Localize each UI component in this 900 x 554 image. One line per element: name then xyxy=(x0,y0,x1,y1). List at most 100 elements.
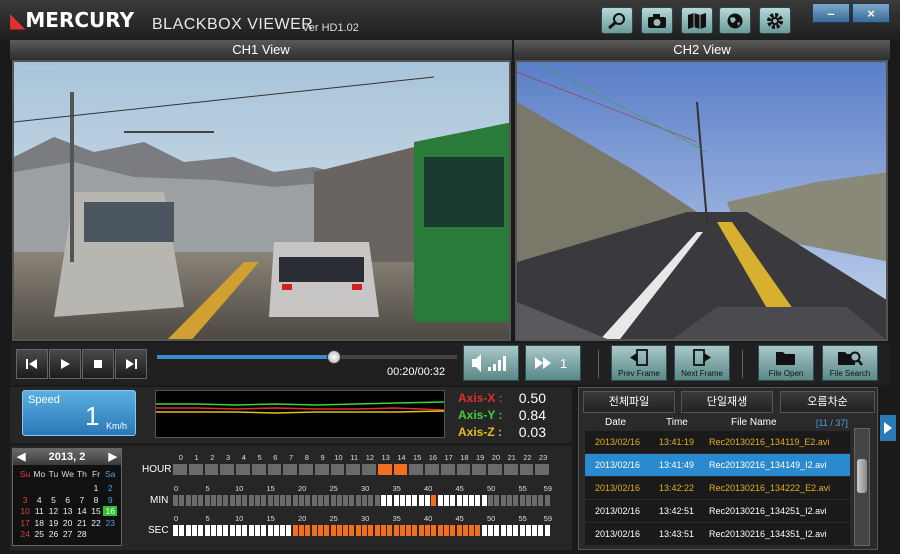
sec-cell[interactable] xyxy=(462,525,468,536)
hour-cell[interactable] xyxy=(188,464,203,475)
min-cell[interactable] xyxy=(311,495,317,506)
hour-cell[interactable] xyxy=(283,464,297,475)
calendar-day[interactable]: 8 xyxy=(89,495,103,505)
min-cell[interactable] xyxy=(374,495,380,506)
min-cell[interactable] xyxy=(488,495,494,506)
sec-cell[interactable] xyxy=(330,525,336,536)
file-row[interactable]: 2013/02/16 13:42:51 Rec20130216_134251_I2.… xyxy=(585,500,850,522)
min-cell[interactable] xyxy=(406,495,412,506)
next-month-icon[interactable]: ▶ xyxy=(109,449,117,465)
min-cell[interactable] xyxy=(280,495,286,506)
sec-cell[interactable] xyxy=(475,525,481,536)
hour-cell[interactable] xyxy=(220,464,234,475)
min-cell[interactable] xyxy=(217,495,223,506)
min-cell[interactable] xyxy=(292,495,298,506)
sec-cell[interactable] xyxy=(469,525,475,536)
min-cell[interactable] xyxy=(236,495,242,506)
calendar-day[interactable]: 25 xyxy=(32,529,46,539)
hour-cell[interactable] xyxy=(236,464,250,475)
sec-cell[interactable] xyxy=(380,525,386,536)
sec-cell[interactable] xyxy=(248,525,254,536)
sec-cell[interactable] xyxy=(443,525,449,536)
min-cell[interactable] xyxy=(380,495,386,506)
play-button[interactable] xyxy=(49,349,81,379)
sec-cell[interactable] xyxy=(236,525,242,536)
sec-cell[interactable] xyxy=(355,525,361,536)
min-cell[interactable] xyxy=(425,495,431,506)
calendar-day[interactable]: 10 xyxy=(18,506,32,516)
min-cell[interactable] xyxy=(336,495,342,506)
min-cell[interactable] xyxy=(229,495,235,506)
sec-cell[interactable] xyxy=(198,525,204,536)
min-cell[interactable] xyxy=(437,495,443,506)
sec-cell[interactable] xyxy=(261,525,267,536)
min-cell[interactable] xyxy=(173,495,179,506)
seek-handle[interactable] xyxy=(327,350,341,364)
stop-button[interactable] xyxy=(82,349,114,379)
file-row[interactable]: 2013/02/16 13:41:49 Rec20130216_134149_I2.… xyxy=(585,454,850,476)
calendar-day[interactable]: 22 xyxy=(89,518,103,528)
sec-cell[interactable] xyxy=(349,525,355,536)
hour-cell[interactable] xyxy=(377,464,392,475)
sec-cell[interactable] xyxy=(488,525,494,536)
sec-cell[interactable] xyxy=(299,525,305,536)
calendar[interactable]: ◀ 2013, 2 ▶ Su Mo Tu We Th Fr Sa 1 2 3 4 5 6 7 8 9 10 11 1… xyxy=(12,448,122,546)
min-cell[interactable] xyxy=(349,495,355,506)
min-cell[interactable] xyxy=(412,495,418,506)
min-cell[interactable] xyxy=(267,495,273,506)
calendar-day[interactable]: 13 xyxy=(61,506,75,516)
close-button[interactable]: × xyxy=(852,3,890,23)
sec-cell[interactable] xyxy=(506,525,512,536)
ch2-video[interactable] xyxy=(515,60,888,341)
min-cell[interactable] xyxy=(210,495,216,506)
sec-cell[interactable] xyxy=(544,525,550,536)
hour-cell[interactable] xyxy=(425,464,439,475)
calendar-day[interactable]: 20 xyxy=(61,518,75,528)
calendar-day[interactable]: 9 xyxy=(103,495,117,505)
hour-cell[interactable] xyxy=(267,464,282,475)
min-cell[interactable] xyxy=(538,495,544,506)
calendar-day[interactable]: 14 xyxy=(75,506,89,516)
calendar-day[interactable]: 16 xyxy=(103,506,118,516)
sec-cell[interactable] xyxy=(513,525,519,536)
sec-cell[interactable] xyxy=(519,525,525,536)
calendar-day[interactable]: 26 xyxy=(46,529,60,539)
calendar-day[interactable]: 28 xyxy=(75,529,89,539)
calendar-day[interactable]: 6 xyxy=(61,495,75,505)
tab-all-files[interactable]: 전체파일 xyxy=(583,391,675,413)
calendar-day[interactable]: 23 xyxy=(103,518,117,528)
min-cell[interactable] xyxy=(330,495,336,506)
min-cell[interactable] xyxy=(475,495,481,506)
min-cell[interactable] xyxy=(191,495,197,506)
min-cell[interactable] xyxy=(500,495,506,506)
sec-cell[interactable] xyxy=(229,525,235,536)
hour-cell[interactable] xyxy=(299,464,313,475)
sec-cell[interactable] xyxy=(292,525,298,536)
min-cell[interactable] xyxy=(513,495,519,506)
min-cell[interactable] xyxy=(204,495,210,506)
sec-cell[interactable] xyxy=(223,525,229,536)
sec-cell[interactable] xyxy=(317,525,323,536)
min-cell[interactable] xyxy=(450,495,456,506)
min-cell[interactable] xyxy=(254,495,260,506)
hour-cell[interactable] xyxy=(472,464,486,475)
prev-month-icon[interactable]: ◀ xyxy=(17,449,25,465)
calendar-day[interactable]: 12 xyxy=(46,506,60,516)
calendar-day[interactable]: 24 xyxy=(18,529,32,539)
sec-cell[interactable] xyxy=(481,525,487,536)
sec-cell[interactable] xyxy=(368,525,374,536)
min-cell[interactable] xyxy=(355,495,361,506)
file-search-button[interactable]: File Search xyxy=(822,345,878,381)
playback-speed-button[interactable]: 1 xyxy=(525,345,581,381)
sec-cell[interactable] xyxy=(525,525,531,536)
hour-cell[interactable] xyxy=(519,464,534,475)
sec-cell[interactable] xyxy=(311,525,317,536)
expand-panel-button[interactable] xyxy=(880,415,896,441)
sec-cell[interactable] xyxy=(242,525,248,536)
sec-cell[interactable] xyxy=(324,525,330,536)
min-cell[interactable] xyxy=(525,495,531,506)
min-cell[interactable] xyxy=(248,495,254,506)
capture-button[interactable] xyxy=(641,7,673,34)
min-cell[interactable] xyxy=(261,495,267,506)
sec-cell[interactable] xyxy=(336,525,342,536)
